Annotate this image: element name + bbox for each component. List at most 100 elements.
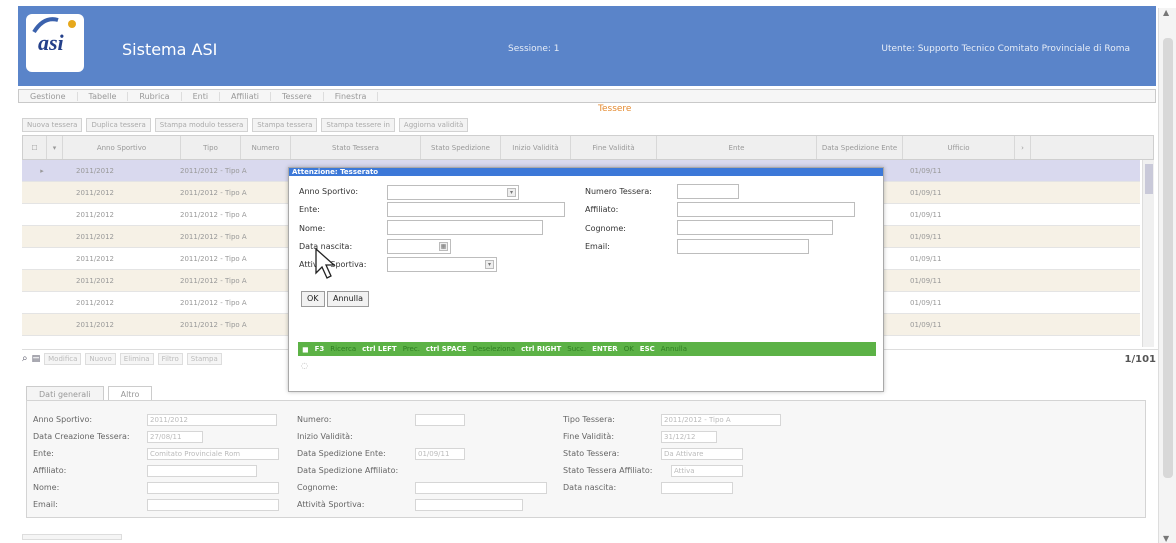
update-validity-button[interactable]: Aggiorna validità — [398, 118, 469, 132]
cognome-field[interactable] — [415, 482, 547, 494]
new-button[interactable]: Nuovo — [85, 352, 116, 365]
scroll-up-icon[interactable]: ▲ — [1163, 8, 1169, 17]
duplicate-card-button[interactable]: Duplica tessera — [86, 118, 151, 132]
nascita-label: Data nascita: — [563, 483, 617, 492]
dialog-attivita-select[interactable]: ▾ — [387, 257, 497, 272]
creazione-label: Data Creazione Tessera: — [33, 432, 130, 441]
spedizione-affiliato-label: Data Spedizione Affiliato: — [297, 466, 399, 475]
edit-button[interactable]: Modifica — [44, 352, 82, 365]
dialog-anno-label: Anno Sportivo: — [299, 187, 359, 196]
stato-field[interactable]: Da Attivare — [661, 448, 743, 460]
dialog-numero-label: Numero Tessera: — [585, 187, 652, 196]
grid-scrollbar[interactable] — [1142, 160, 1154, 347]
select-all-checkbox[interactable]: ☐ — [23, 136, 47, 159]
expand-column-icon[interactable]: ▾ — [47, 136, 63, 159]
binoculars-icon[interactable]: ⌕ — [22, 353, 28, 364]
user-info: Utente: Supporto Tecnico Comitato Provin… — [881, 44, 1130, 54]
menu-item-gestione[interactable]: Gestione — [19, 91, 78, 101]
numero-field[interactable] — [415, 414, 465, 426]
cell-tipo: 2011/2012 - Tipo A — [180, 210, 247, 219]
shortcut-action[interactable]: Succ. — [567, 345, 586, 353]
column-data-spedizione[interactable]: Data Spedizione Ente — [817, 136, 903, 159]
keyboard-icon: ◼ — [302, 344, 309, 354]
shortcut-action[interactable]: OK — [624, 345, 634, 353]
dialog-nascita-field[interactable]: ▦ — [387, 239, 451, 254]
page-scrollbar[interactable]: ▲ ▼ — [1158, 8, 1176, 543]
chevron-down-icon[interactable]: ▾ — [485, 260, 494, 269]
cell-spedizione: 01/09/11 — [910, 298, 942, 307]
page-indicator: 1/101 — [1124, 354, 1156, 365]
menu-item-rubrica[interactable]: Rubrica — [128, 91, 182, 101]
print-form-button[interactable]: Stampa modulo tessera — [154, 118, 249, 132]
menu-item-finestra[interactable]: Finestra — [324, 91, 379, 101]
shortcut-key: ctrl SPACE — [425, 345, 467, 353]
nascita-field[interactable] — [661, 482, 733, 494]
shortcut-key: ESC — [639, 345, 655, 353]
page-scroll-thumb[interactable] — [1163, 38, 1173, 478]
dialog-nome-field[interactable] — [387, 220, 543, 235]
cell-anno: 2011/2012 — [76, 254, 114, 263]
scroll-down-icon[interactable]: ▼ — [1163, 534, 1169, 543]
shortcut-action[interactable]: Prec. — [403, 345, 420, 353]
cell-spedizione: 01/09/11 — [910, 232, 942, 241]
column-spedizione[interactable]: Stato Spedizione — [421, 136, 501, 159]
grid-icon[interactable]: ▤ — [32, 354, 41, 364]
affiliato-field[interactable] — [147, 465, 257, 477]
shortcut-action[interactable]: Annulla — [661, 345, 687, 353]
inizio-label: Inizio Validità: — [297, 432, 353, 441]
nome-label: Nome: — [33, 483, 60, 492]
annulla-button[interactable]: Annulla — [327, 291, 370, 307]
menu-item-enti[interactable]: Enti — [182, 91, 221, 101]
grid-scroll-right-icon[interactable]: › — [1015, 136, 1031, 159]
column-ufficio[interactable]: Ufficio — [903, 136, 1015, 159]
cell-anno: 2011/2012 — [76, 298, 114, 307]
calendar-icon[interactable]: ▦ — [439, 242, 448, 251]
column-tipo[interactable]: Tipo — [181, 136, 241, 159]
dialog-numero-field[interactable] — [677, 184, 739, 199]
delete-button[interactable]: Elimina — [119, 352, 154, 365]
column-numero[interactable]: Numero — [241, 136, 291, 159]
menu-item-tabelle[interactable]: Tabelle — [78, 91, 129, 101]
grid-header: ☐ ▾ Anno Sportivo Tipo Numero Stato Tess… — [22, 135, 1154, 160]
tipo-field[interactable]: 2011/2012 - Tipo A — [661, 414, 781, 426]
fine-field[interactable]: 31/12/12 — [661, 431, 717, 443]
cell-anno: 2011/2012 — [76, 166, 114, 175]
spedizione-ente-label: Data Spedizione Ente: — [297, 449, 386, 458]
ente-field[interactable]: Comitato Provinciale Rom — [147, 448, 279, 460]
app-header: asi Sistema ASI Sessione: 1 Utente: Supp… — [18, 6, 1156, 86]
column-anno[interactable]: Anno Sportivo — [63, 136, 181, 159]
stato-label: Stato Tessera: — [563, 449, 620, 458]
menu-item-affiliati[interactable]: Affiliati — [220, 91, 271, 101]
print-cards-button[interactable]: Stampa tessere in — [321, 118, 395, 132]
email-field[interactable] — [147, 499, 279, 511]
dialog-email-field[interactable] — [677, 239, 809, 254]
creazione-field[interactable]: 27/08/11 — [147, 431, 203, 443]
fine-label: Fine Validità: — [563, 432, 615, 441]
dialog-affiliato-field[interactable] — [677, 202, 855, 217]
print-card-button[interactable]: Stampa tessera — [252, 118, 318, 132]
stato-affiliato-field[interactable]: Attiva — [671, 465, 743, 477]
column-stato[interactable]: Stato Tessera — [291, 136, 421, 159]
column-ente[interactable]: Ente — [657, 136, 817, 159]
shortcut-action[interactable]: Ricerca — [330, 345, 356, 353]
grid-scroll-thumb[interactable] — [1145, 164, 1153, 194]
spedizione-ente-field[interactable]: 01/09/11 — [415, 448, 465, 460]
attivita-label: Attività Sportiva: — [297, 500, 365, 509]
attivita-field[interactable] — [415, 499, 523, 511]
dialog-cognome-field[interactable] — [677, 220, 833, 235]
chevron-down-icon[interactable]: ▾ — [507, 188, 516, 197]
menu-item-tessere[interactable]: Tessere — [271, 91, 324, 101]
new-card-button[interactable]: Nuova tessera — [22, 118, 83, 132]
cognome-label: Cognome: — [297, 483, 338, 492]
cell-spedizione: 01/09/11 — [910, 320, 942, 329]
anno-field[interactable]: 2011/2012 — [147, 414, 277, 426]
shortcut-action[interactable]: Deseleziona — [473, 345, 516, 353]
filter-button[interactable]: Filtro — [157, 352, 183, 365]
print-button[interactable]: Stampa — [186, 352, 222, 365]
ok-button[interactable]: OK — [301, 291, 325, 307]
column-inizio[interactable]: Inizio Validità — [501, 136, 571, 159]
nome-field[interactable] — [147, 482, 279, 494]
dialog-ente-field[interactable] — [387, 202, 565, 217]
dialog-anno-select[interactable]: ▾ — [387, 185, 519, 200]
column-fine[interactable]: Fine Validità — [571, 136, 657, 159]
